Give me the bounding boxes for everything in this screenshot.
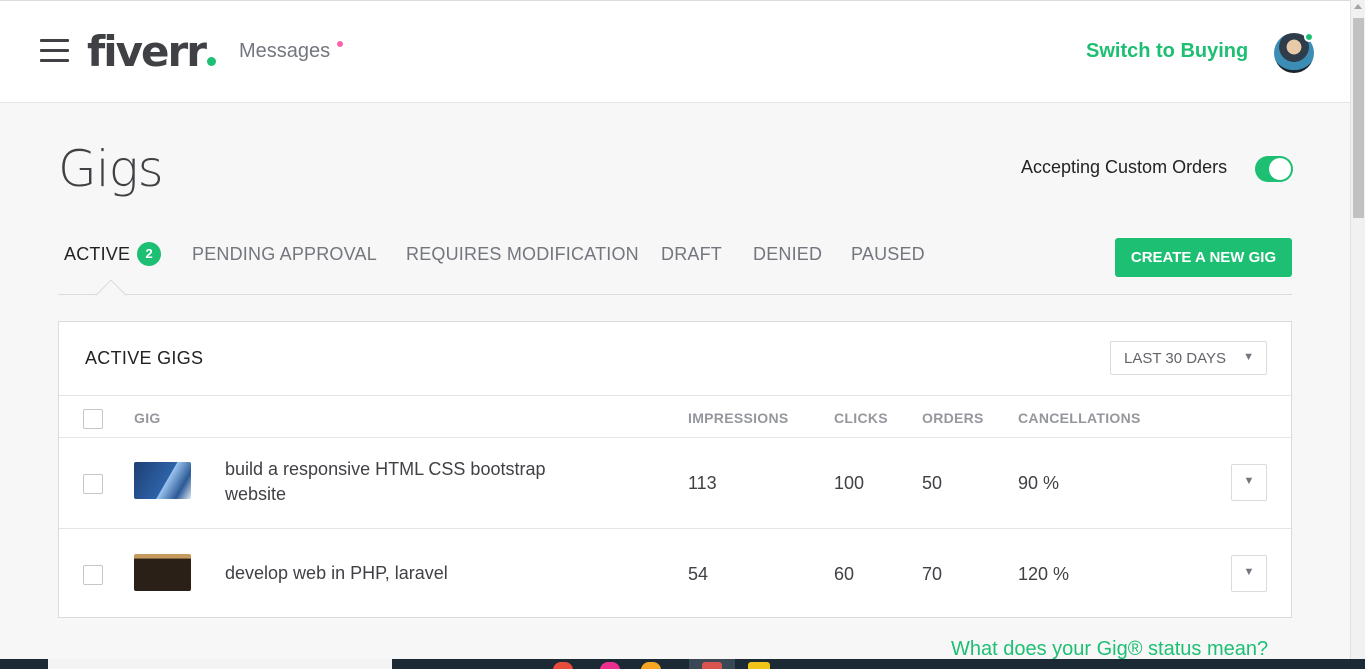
taskbar-app-icon[interactable] [641, 662, 661, 669]
triangle-down-icon: ▼ [1243, 351, 1254, 363]
gig-status-help-link[interactable]: What does your Gig® status mean? [951, 638, 1268, 661]
active-tab-indicator [95, 279, 127, 311]
taskbar-app-icon[interactable] [702, 662, 722, 669]
gig-title-link[interactable]: develop web in PHP, laravel [225, 561, 585, 586]
taskbar-search-box[interactable] [48, 659, 392, 669]
scroll-thumb[interactable] [1353, 18, 1364, 218]
column-header-gig: GIG [134, 410, 161, 426]
top-navigation-bar: fiverr Messages Switch to Buying [0, 0, 1350, 103]
table-header: GIG IMPRESSIONS CLICKS ORDERS CANCELLATI… [59, 395, 1291, 438]
column-header-impressions: IMPRESSIONS [688, 410, 789, 426]
triangle-down-icon: ▼ [1243, 566, 1255, 578]
clicks-value: 100 [834, 473, 865, 493]
column-header-clicks: CLICKS [834, 410, 888, 426]
scroll-up-arrow-icon[interactable] [1354, 4, 1362, 9]
hamburger-menu-icon[interactable] [40, 39, 70, 65]
taskbar-folder-icon[interactable] [748, 662, 770, 669]
tab-draft[interactable]: DRAFT [661, 244, 722, 265]
row-actions-dropdown[interactable]: ▼ [1231, 464, 1267, 501]
page-scrollbar[interactable] [1350, 0, 1365, 660]
messages-notification-dot [337, 41, 343, 47]
orders-value: 70 [922, 564, 943, 584]
active-count-badge: 2 [137, 241, 162, 266]
row-checkbox[interactable] [83, 474, 103, 494]
row-actions-dropdown[interactable]: ▼ [1231, 555, 1267, 592]
page-title: Gigs [58, 140, 164, 198]
row-checkbox[interactable] [83, 565, 103, 585]
tab-active[interactable]: ACTIVE 2 [64, 241, 162, 266]
custom-orders-label: Accepting Custom Orders [1021, 157, 1228, 177]
impressions-value: 54 [688, 564, 709, 584]
card-title: ACTIVE GIGS [85, 348, 204, 368]
period-select[interactable]: LAST 30 DAYS ▼ [1110, 341, 1267, 375]
tab-requires-modification[interactable]: REQUIRES MODIFICATION [406, 244, 639, 265]
period-select-value: LAST 30 DAYS [1124, 350, 1226, 367]
tab-pending-approval[interactable]: PENDING APPROVAL [192, 244, 377, 265]
triangle-down-icon: ▼ [1243, 475, 1255, 487]
orders-value: 50 [922, 473, 943, 493]
tab-paused[interactable]: PAUSED [851, 244, 925, 265]
fiverr-logo[interactable]: fiverr [87, 27, 216, 76]
taskbar-app-icon[interactable] [600, 662, 620, 669]
tab-denied[interactable]: DENIED [753, 244, 822, 265]
cancellations-value: 120 % [1018, 564, 1070, 584]
create-new-gig-button[interactable]: CREATE A NEW GIG [1115, 238, 1292, 277]
gig-thumbnail[interactable] [134, 462, 191, 499]
toggle-knob [1269, 158, 1291, 180]
online-status-dot [1304, 32, 1314, 42]
gig-title-link[interactable]: build a responsive HTML CSS bootstrap we… [225, 457, 585, 507]
clicks-value: 60 [834, 564, 855, 584]
gig-status-tabs: ACTIVE 2 PENDING APPROVAL REQUIRES MODIFI… [58, 240, 1292, 311]
os-taskbar [0, 659, 1365, 669]
table-row: build a responsive HTML CSS bootstrap we… [59, 438, 1291, 528]
custom-orders-toggle[interactable] [1255, 156, 1293, 182]
table-row: develop web in PHP, laravel 54 60 70 120… [59, 528, 1291, 618]
switch-to-buying-link[interactable]: Switch to Buying [1086, 40, 1248, 63]
column-header-orders: ORDERS [922, 410, 984, 426]
messages-link[interactable]: Messages [239, 40, 330, 63]
gig-thumbnail[interactable] [134, 554, 191, 591]
taskbar-app-icon[interactable] [553, 662, 573, 669]
active-gigs-card: ACTIVE GIGS LAST 30 DAYS ▼ GIG IMPRESSIO… [58, 321, 1292, 618]
logo-dot [206, 57, 216, 66]
cancellations-value: 90 % [1018, 473, 1060, 493]
select-all-checkbox[interactable] [83, 409, 103, 429]
impressions-value: 113 [688, 473, 717, 493]
column-header-cancellations: CANCELLATIONS [1018, 410, 1141, 426]
